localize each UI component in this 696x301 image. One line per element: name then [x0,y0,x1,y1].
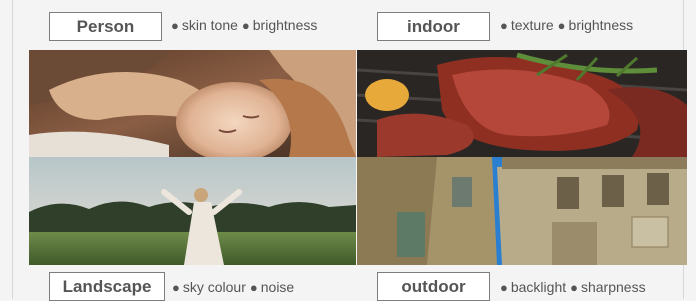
grilled-steak-photo [357,50,687,157]
indoor-features: ● texture ● brightness [500,17,633,33]
landscape-feature-1: sky colour [182,279,246,295]
bullet-icon: ● [500,279,508,295]
outdoor-feature-2: sharpness [580,279,646,295]
outdoor-feature-1: backlight [510,279,567,295]
bullet-icon: ● [500,17,508,33]
bullet-icon: ● [557,17,566,33]
bullet-icon: ● [570,279,578,295]
person-tag: Person [49,12,162,41]
outdoor-tag: outdoor [377,272,490,301]
landscape-features: ● sky colour ● noise [172,279,294,295]
person-features: ● skin tone ● brightness [171,17,317,33]
woman-in-field-photo [29,157,356,265]
indoor-feature-2: brightness [568,17,634,33]
person-feature-1: skin tone [181,17,238,33]
person-feature-2: brightness [252,17,318,33]
indoor-tag: indoor [377,12,490,41]
bullet-icon: ● [171,17,179,33]
landscape-tag: Landscape [49,272,165,301]
indoor-tag-label: indoor [407,16,460,36]
person-tag-label: Person [76,16,135,36]
outdoor-tag-label: outdoor [401,276,466,296]
indoor-feature-1: texture [510,17,554,33]
outdoor-features: ● backlight ● sharpness [500,279,646,295]
sleeping-child-photo [29,50,356,157]
bullet-icon: ● [241,17,250,33]
landscape-feature-2: noise [260,279,295,295]
bullet-icon: ● [172,279,180,295]
old-buildings-photo [357,157,687,265]
bullet-icon: ● [249,279,258,295]
landscape-tag-label: Landscape [62,276,152,296]
left-divider [12,0,13,299]
